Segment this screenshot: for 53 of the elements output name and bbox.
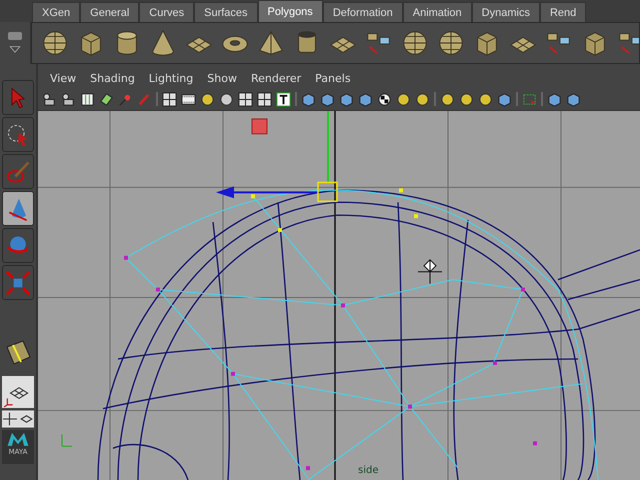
shelf-tab[interactable]: Curves xyxy=(139,2,194,22)
sphere-icon[interactable] xyxy=(459,92,474,106)
selected-vertex-icon xyxy=(252,118,268,134)
menu-item[interactable]: Panels xyxy=(309,72,357,84)
camera-icon[interactable] xyxy=(42,92,57,106)
grid-icon[interactable] xyxy=(257,92,272,106)
shelf-tab[interactable]: Deformation xyxy=(322,2,403,22)
scale-tool-button[interactable] xyxy=(2,265,34,300)
text-icon[interactable] xyxy=(276,92,291,106)
caret-icon[interactable] xyxy=(7,44,23,54)
cube-icon[interactable] xyxy=(497,92,512,106)
menu-item[interactable]: Renderer xyxy=(244,72,308,84)
camera-label: side xyxy=(358,465,378,476)
square-icon[interactable] xyxy=(522,92,537,106)
sphere-icon[interactable] xyxy=(478,92,493,106)
circle-icon[interactable] xyxy=(219,92,234,106)
menu-item[interactable]: Show xyxy=(201,72,243,84)
sphere-icon[interactable] xyxy=(396,92,411,106)
cube-icon[interactable] xyxy=(358,92,373,106)
grid-icon[interactable] xyxy=(238,92,253,106)
sphere-icon[interactable] xyxy=(415,92,430,106)
cube-icon[interactable] xyxy=(339,92,354,106)
shelf-tab[interactable]: General xyxy=(80,2,140,22)
shelf-tab[interactable]: Polygons xyxy=(258,0,323,22)
camera-icon[interactable] xyxy=(61,92,76,106)
rotate-tool-button[interactable] xyxy=(2,228,34,263)
sphere-icon[interactable] xyxy=(200,92,215,106)
shelf-tab[interactable]: Surfaces xyxy=(194,2,258,22)
viewport[interactable]: side xyxy=(38,110,640,480)
shelf-tab[interactable]: Dynamics xyxy=(472,2,540,22)
cube-icon[interactable] xyxy=(301,92,316,106)
film-icon[interactable] xyxy=(181,92,196,106)
sphere-icon[interactable] xyxy=(440,92,455,106)
menu-item[interactable]: Shading xyxy=(84,72,141,84)
cube-icon xyxy=(5,270,31,296)
menu-item[interactable]: Lighting xyxy=(142,72,200,84)
shelf-tab[interactable]: Rend xyxy=(540,2,586,22)
single-pane-layout-icon[interactable] xyxy=(2,376,34,408)
shelf-tab[interactable]: Animation xyxy=(402,2,472,22)
cube-icon[interactable] xyxy=(547,92,562,106)
paint-tool-button[interactable] xyxy=(2,154,34,189)
axis-icon xyxy=(62,434,72,447)
move-cursor-icon xyxy=(418,259,442,284)
four-pane-layout-icon[interactable] xyxy=(2,410,34,428)
shelf-tab[interactable]: XGen xyxy=(32,2,80,22)
move-tool-button[interactable] xyxy=(2,191,34,226)
checker-icon[interactable] xyxy=(377,92,392,106)
cube-icon[interactable] xyxy=(320,92,335,106)
cube-icon[interactable] xyxy=(566,92,581,106)
menu-item[interactable]: View xyxy=(44,72,82,84)
lasso-tool-button[interactable] xyxy=(2,117,34,152)
grid-icon[interactable] xyxy=(162,92,177,106)
move-manipulator-icon[interactable] xyxy=(216,111,338,202)
